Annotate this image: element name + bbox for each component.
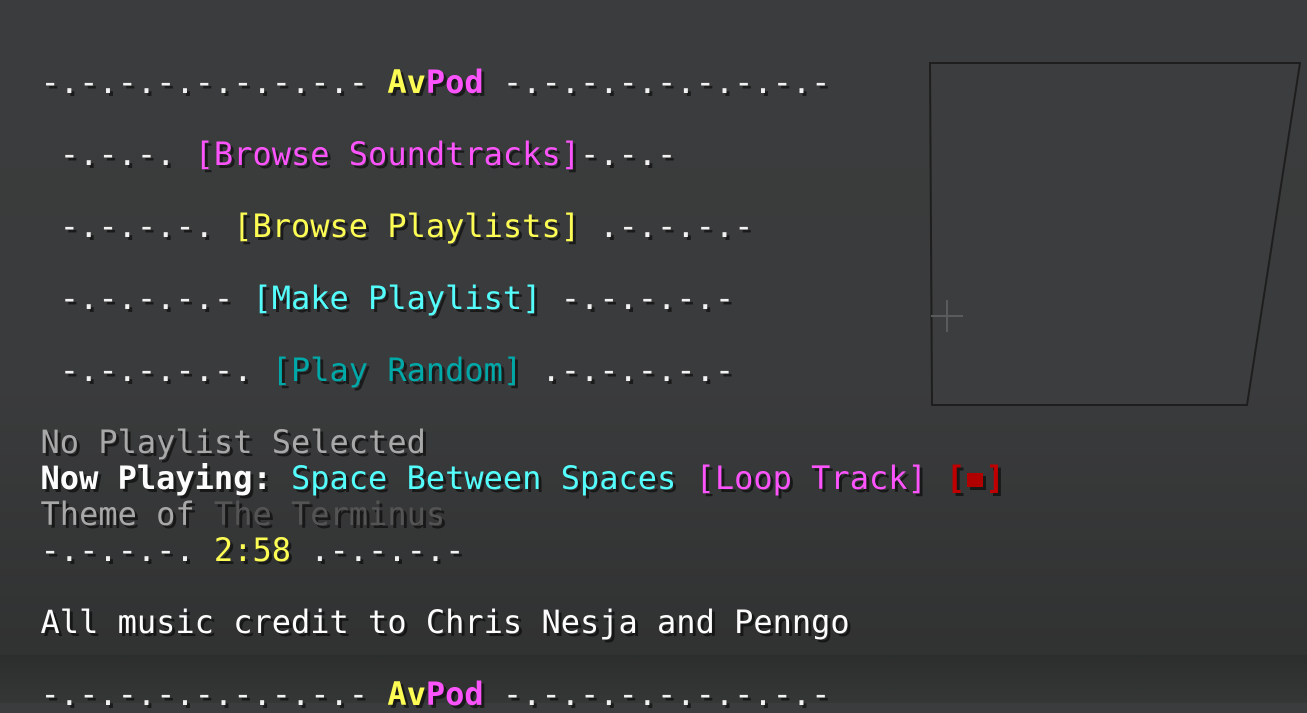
crosshair-icon <box>931 300 963 332</box>
header-line: -.-.-.-.-.-.-.-.- AvPod -.-.-.-.-.-.-.-.… <box>2 28 831 100</box>
make-playlist-button[interactable]: [Make Playlist] <box>252 279 541 317</box>
time-right-dashes: .-.-.-.- <box>290 531 465 569</box>
stop-square-icon <box>967 473 984 487</box>
browse-playlists-button[interactable]: [Browse Playlists] <box>233 207 580 245</box>
loop-track-button[interactable]: [Loop Track] <box>696 459 927 497</box>
time-line: -.-.-.-. 2:58 .-.-.-.- <box>2 496 465 568</box>
soundtracks-left-dashes: -.-.-. <box>40 135 195 173</box>
time-left-dashes: -.-.-.-. <box>40 531 214 569</box>
play-random-button[interactable]: [Play Random] <box>272 351 522 389</box>
item-frame-panel <box>929 62 1301 406</box>
now-playing-line: Now Playing: Space Between Spaces [Loop … <box>2 424 1005 496</box>
brand-pod: Pod <box>425 63 484 101</box>
footer-right-dashes: -.-.-.-.-.-.-.-.- <box>483 675 831 713</box>
menu-line-soundtracks: -.-.-. [Browse Soundtracks]-.-.- <box>2 100 677 172</box>
footer-brand-av: Av <box>387 675 426 713</box>
menu-line-make-playlist: -.-.-.-.- [Make Playlist] -.-.-.-.- <box>2 244 734 316</box>
footer-line: -.-.-.-.-.-.-.-.- AvPod -.-.-.-.-.-.-.-.… <box>2 640 831 712</box>
stop-close-bracket: ] <box>985 459 1005 497</box>
footer-left-dashes: -.-.-.-.-.-.-.-.- <box>40 675 388 713</box>
playlists-right-dashes: .-.-.-.- <box>579 207 754 245</box>
browse-soundtracks-button[interactable]: [Browse Soundtracks] <box>195 135 580 173</box>
play-random-left-dashes: -.-.-.-.-. <box>40 351 272 389</box>
stop-open-bracket: [ <box>946 459 966 497</box>
menu-line-playlists: -.-.-.-. [Browse Playlists] .-.-.-.- <box>2 172 754 244</box>
make-playlist-right-dashes: -.-.-.-.- <box>541 279 735 317</box>
menu-line-play-random: -.-.-.-.-. [Play Random] .-.-.-.-.- <box>2 316 734 388</box>
credit-text: All music credit to Chris Nesja and Penn… <box>40 603 850 641</box>
stop-button[interactable]: [] <box>946 459 1005 497</box>
make-playlist-left-dashes: -.-.-.-.- <box>40 279 253 317</box>
track-time: 2:58 <box>213 531 291 569</box>
play-random-right-dashes: .-.-.-.-.- <box>522 351 735 389</box>
album-line: Theme of The Terminus <box>2 460 446 532</box>
header-left-dashes: -.-.-.-.-.-.-.-.- <box>40 63 388 101</box>
playlists-left-dashes: -.-.-.-. <box>40 207 234 245</box>
brand-av: Av <box>387 63 426 101</box>
footer-brand-pod: Pod <box>425 675 484 713</box>
soundtracks-right-dashes: -.-.- <box>579 135 677 173</box>
credit-line: All music credit to Chris Nesja and Penn… <box>2 568 850 640</box>
header-right-dashes: -.-.-.-.-.-.-.-.- <box>483 63 831 101</box>
playlist-status: No Playlist Selected <box>2 388 426 460</box>
